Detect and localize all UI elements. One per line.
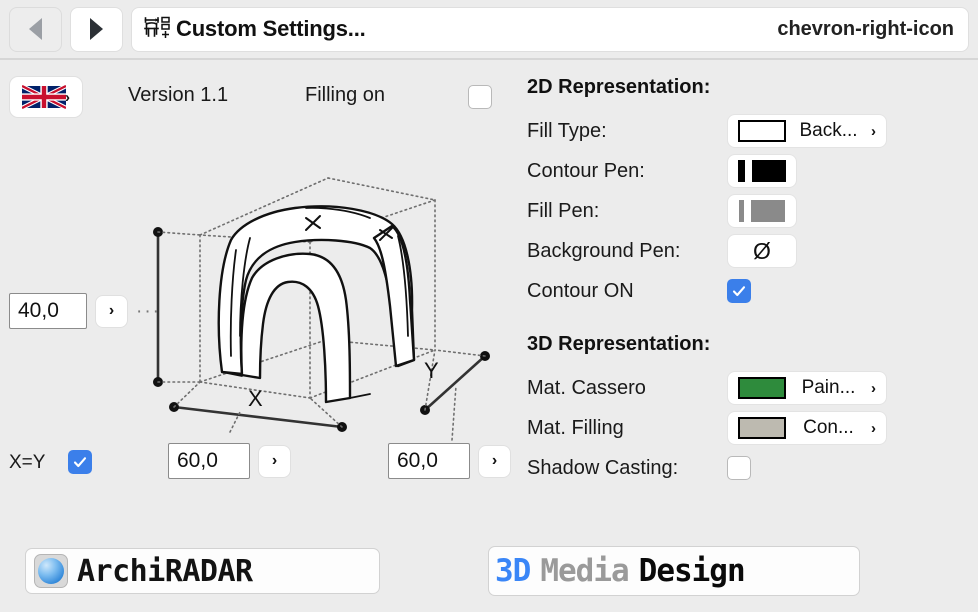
y-dimension-field-group: › <box>388 443 511 479</box>
background-pen-label: Background Pen: <box>527 239 681 262</box>
mat-filling-value: Con... <box>803 417 854 438</box>
axis-y-label: Y <box>424 358 439 383</box>
representation-panel: 2D Representation: Fill Type: Back... › … <box>527 76 967 488</box>
uk-flag-icon <box>22 85 66 109</box>
row-shadow-casting: Shadow Casting: <box>527 448 967 488</box>
archiradar-logo[interactable]: ArchiRADAR <box>25 548 380 594</box>
contour-pen-label: Contour Pen: <box>527 159 645 182</box>
filling-on-checkbox[interactable] <box>468 85 492 109</box>
y-dimension-input[interactable] <box>388 443 470 479</box>
forward-button[interactable] <box>70 6 123 52</box>
xy-lock-label: X=Y <box>9 452 46 473</box>
logo-text-3d: 3D <box>495 553 531 589</box>
language-button[interactable]: › <box>9 76 83 118</box>
row-mat-cassero: Mat. Cassero Pain... › <box>527 368 967 408</box>
contour-on-label: Contour ON <box>527 279 634 302</box>
mat-cassero-swatch <box>738 377 786 399</box>
checkmark-icon <box>73 457 87 468</box>
3d-media-design-logo[interactable]: 3D Media Design <box>488 546 860 596</box>
chevron-right-icon[interactable]: chevron-right-icon <box>777 19 954 39</box>
page-title: Custom Settings... <box>176 16 366 41</box>
fill-pen-swatch <box>739 200 785 222</box>
fill-type-label: Fill Type: <box>527 119 607 142</box>
custom-settings-window: Custom Settings... chevron-right-icon › … <box>0 0 978 612</box>
mat-filling-label: Mat. Filling <box>527 416 624 439</box>
axis-x-label: X <box>248 386 263 411</box>
furniture-dimension-icon <box>142 15 172 43</box>
triangle-left-icon <box>29 18 42 40</box>
chevron-right-icon: › <box>870 122 876 140</box>
z-dimension-field-group: › ··· <box>9 293 161 329</box>
back-button[interactable] <box>9 6 62 52</box>
fill-type-value: Back... <box>799 120 858 141</box>
chevron-right-icon: › <box>871 379 876 397</box>
x-dimension-field-group: › <box>168 443 291 479</box>
x-dimension-stepper-button[interactable]: › <box>258 444 291 478</box>
globe-icon <box>34 554 68 588</box>
background-pen-popup[interactable]: Ø <box>727 234 797 268</box>
row-contour-on: Contour ON <box>527 271 967 311</box>
row-fill-pen: Fill Pen: <box>527 191 967 231</box>
fill-pen-label: Fill Pen: <box>527 199 600 222</box>
row-mat-filling: Mat. Filling Con... › <box>527 408 967 448</box>
y-dimension-stepper-button[interactable]: › <box>478 444 511 478</box>
z-leader-dots: ··· <box>136 300 161 322</box>
hand-drawn-tent-canopy-sketch: X Y <box>153 177 490 441</box>
contour-pen-popup[interactable] <box>727 154 797 188</box>
xy-lock-checkbox[interactable] <box>68 450 92 474</box>
version-label: Version 1.1 <box>128 84 229 106</box>
logo-text-media: Media <box>540 553 629 589</box>
mat-filling-popup[interactable]: Con... › <box>727 411 887 445</box>
checkmark-icon <box>732 286 746 297</box>
fill-type-swatch <box>738 120 786 142</box>
x-dimension-input[interactable] <box>168 443 250 479</box>
row-fill-type: Fill Type: Back... › <box>527 111 967 151</box>
toolbar: Custom Settings... chevron-right-icon <box>0 0 978 58</box>
section-3d-title: 3D Representation: <box>527 333 711 355</box>
shadow-casting-checkbox[interactable] <box>727 456 751 480</box>
fill-type-popup[interactable]: Back... › <box>727 114 887 148</box>
null-pen-icon: Ø <box>753 237 771 264</box>
logo-text-design: Design <box>638 553 746 589</box>
settings-title-bar[interactable]: Custom Settings... chevron-right-icon <box>131 6 969 52</box>
row-contour-pen: Contour Pen: <box>527 151 967 191</box>
mat-cassero-popup[interactable]: Pain... › <box>727 371 887 405</box>
archiradar-logo-text: ArchiRADAR <box>77 553 253 589</box>
mat-filling-swatch <box>738 417 786 439</box>
toolbar-separator <box>0 58 978 60</box>
fill-pen-popup[interactable] <box>727 194 797 228</box>
triangle-right-icon <box>90 18 103 40</box>
z-dimension-stepper-button[interactable]: › <box>95 294 128 328</box>
section-2d-title: 2D Representation: <box>527 76 711 98</box>
z-dimension-input[interactable] <box>9 293 87 329</box>
mat-cassero-label: Mat. Cassero <box>527 376 646 399</box>
contour-pen-swatch <box>738 160 786 182</box>
object-preview[interactable]: X Y <box>130 160 510 450</box>
filling-on-label: Filling on <box>305 84 386 106</box>
row-background-pen: Background Pen: Ø <box>527 231 967 271</box>
chevron-right-icon: › <box>870 419 876 437</box>
chevron-right-icon: › <box>65 88 70 106</box>
contour-on-checkbox[interactable] <box>727 279 751 303</box>
shadow-casting-label: Shadow Casting: <box>527 456 679 479</box>
mat-cassero-value: Pain... <box>801 377 856 398</box>
